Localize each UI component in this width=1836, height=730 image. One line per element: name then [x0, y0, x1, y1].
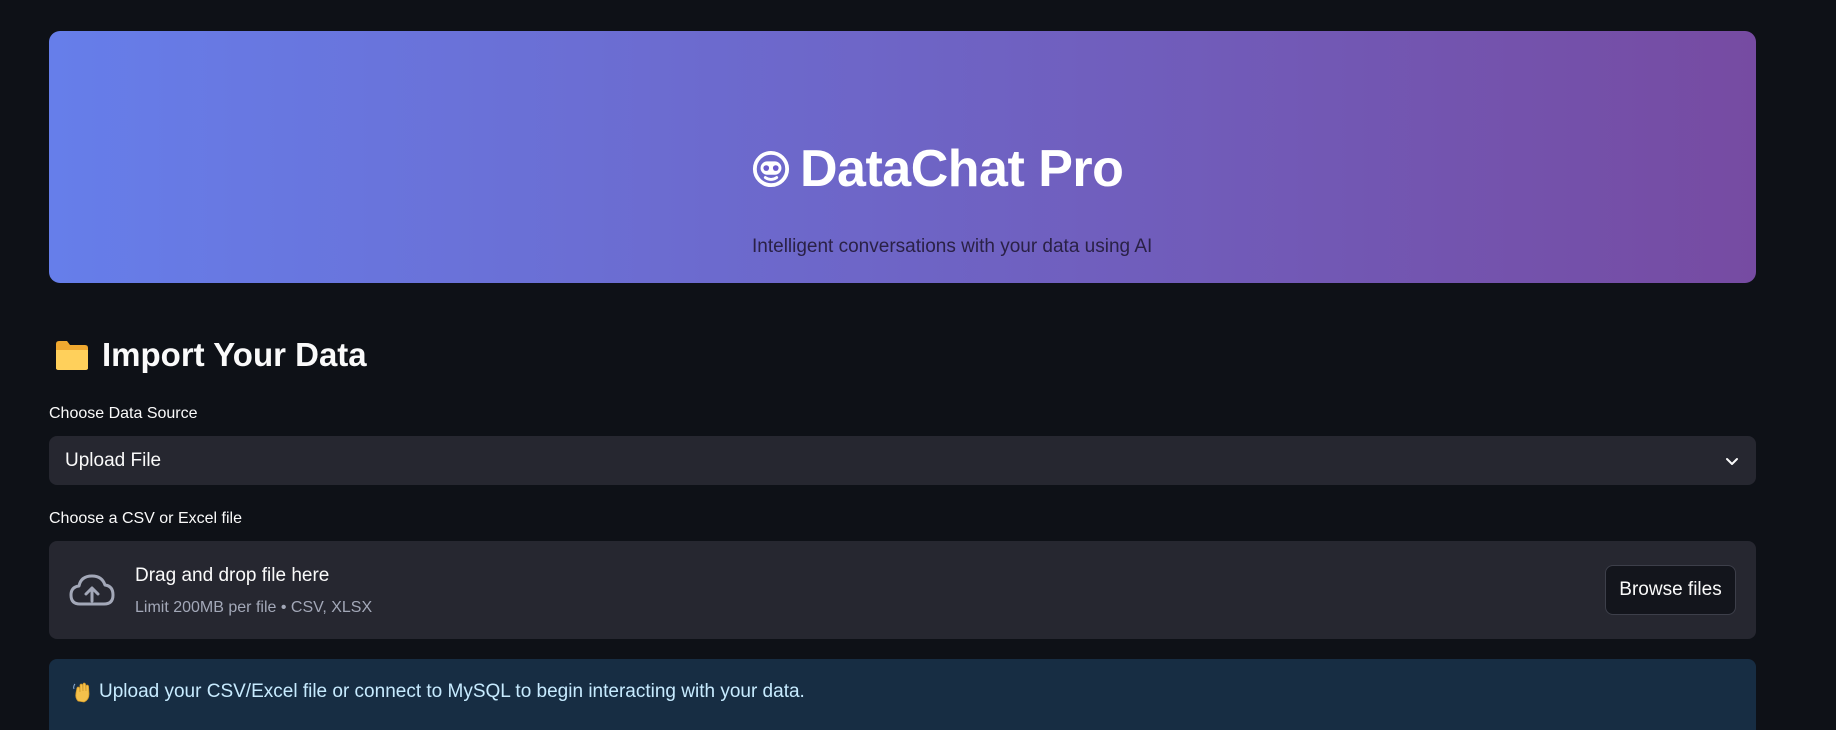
page-title: DataChat Pro: [752, 139, 1124, 199]
chevron-down-icon[interactable]: [1724, 453, 1740, 469]
data-source-select[interactable]: Upload File: [49, 436, 1756, 485]
data-source-label: Choose Data Source: [49, 405, 198, 422]
file-uploader-label: Choose a CSV or Excel file: [49, 510, 242, 527]
data-source-selected-value: Upload File: [65, 449, 162, 471]
folder-icon: [56, 341, 88, 370]
section-heading: Import Your Data: [54, 336, 367, 374]
info-message: Upload your CSV/Excel file or connect to…: [99, 681, 805, 702]
waving-hand-icon: [73, 682, 90, 703]
hero-title-text: DataChat Pro: [800, 140, 1124, 198]
robot-icon: [752, 150, 790, 188]
dropzone-title: Drag and drop file here: [135, 565, 330, 586]
file-dropzone[interactable]: Drag and drop file here Limit 200MB per …: [49, 541, 1756, 639]
section-heading-text: Import Your Data: [102, 336, 367, 373]
browse-files-button[interactable]: Browse files: [1605, 565, 1736, 615]
cloud-upload-icon: [69, 574, 115, 606]
info-alert: Upload your CSV/Excel file or connect to…: [49, 659, 1756, 730]
dropzone-hint: Limit 200MB per file • CSV, XLSX: [135, 599, 373, 616]
hero-banner: DataChat Pro Intelligent conversations w…: [49, 31, 1756, 283]
hero-subtitle: Intelligent conversations with your data…: [752, 236, 1153, 257]
